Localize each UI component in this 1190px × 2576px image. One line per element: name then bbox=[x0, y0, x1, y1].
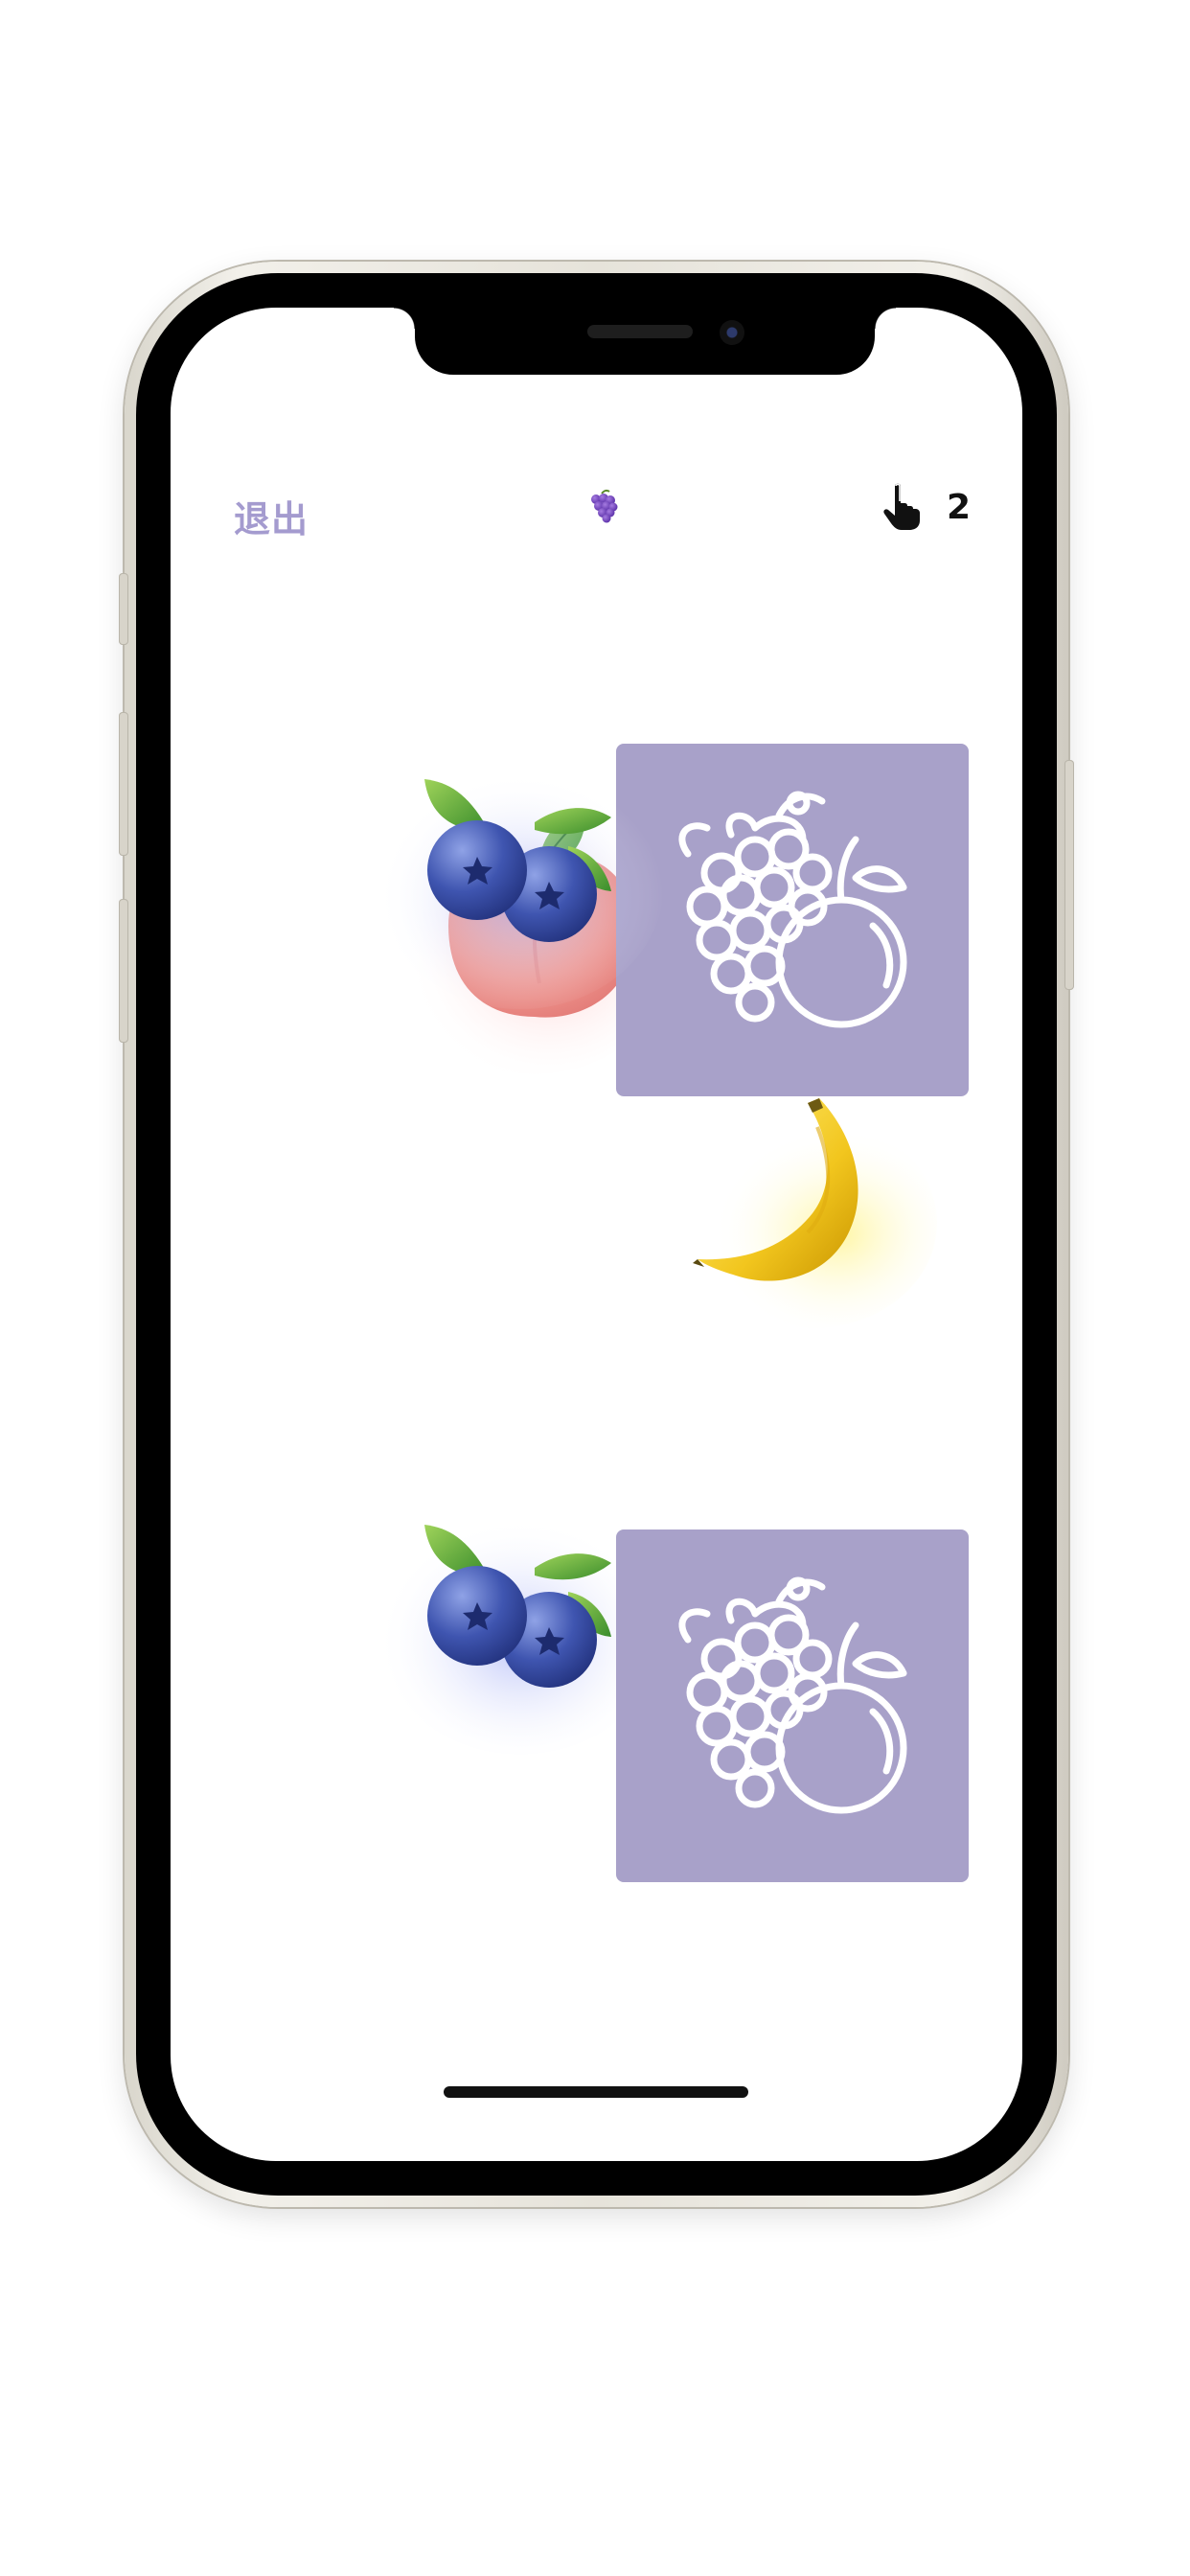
mute-switch bbox=[119, 573, 128, 645]
card-blueberries[interactable] bbox=[343, 678, 696, 1031]
volume-down-button bbox=[119, 899, 128, 1043]
pointing-hand-icon bbox=[883, 483, 920, 530]
earpiece-speaker bbox=[587, 325, 693, 338]
front-camera bbox=[720, 320, 744, 345]
exit-button[interactable]: 退出 bbox=[234, 490, 309, 542]
phone-frame: 退出 2 bbox=[119, 262, 1074, 2207]
home-indicator[interactable] bbox=[444, 2086, 748, 2098]
card-face-down[interactable] bbox=[616, 1530, 969, 1882]
app-screen: 退出 2 bbox=[171, 308, 1022, 2161]
card-banana[interactable] bbox=[616, 1031, 969, 1384]
tap-counter: 2 bbox=[947, 488, 972, 527]
blueberries-icon bbox=[377, 760, 664, 1009]
grapes-icon bbox=[591, 489, 618, 523]
fruit-outline-icon bbox=[678, 1576, 907, 1814]
power-button bbox=[1064, 760, 1074, 990]
notch bbox=[394, 308, 896, 375]
volume-up-button bbox=[119, 712, 128, 856]
banana-icon bbox=[688, 1098, 937, 1328]
